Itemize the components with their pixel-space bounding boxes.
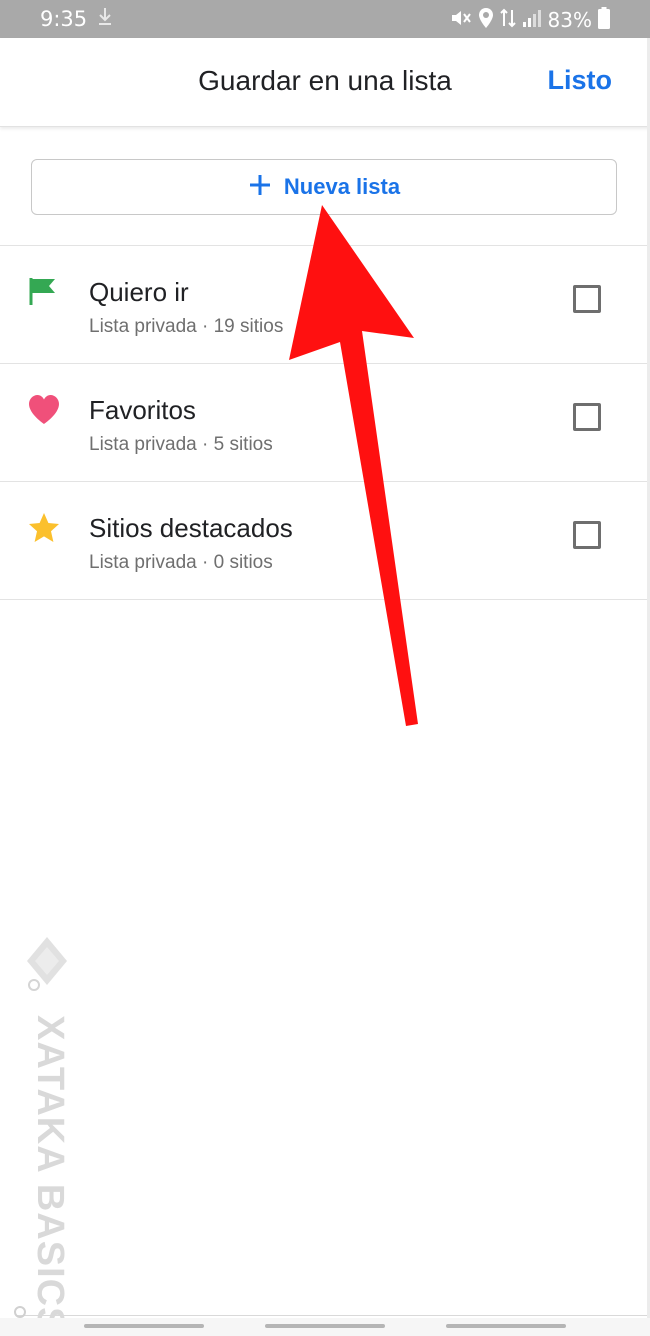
home-button[interactable]: [265, 1324, 385, 1328]
list-item-title: Favoritos: [89, 395, 196, 425]
checkbox[interactable]: [573, 521, 601, 549]
battery-text: 83%: [547, 8, 592, 32]
list-item-favoritos[interactable]: Favoritos Lista privada · 5 sitios: [0, 363, 650, 481]
watermark-logo: [24, 935, 70, 1000]
flag-icon: [27, 275, 61, 309]
list-item-subtitle: Lista privada · 19 sitios: [89, 316, 284, 337]
divider: [0, 599, 650, 600]
list-item-quiero-ir[interactable]: Quiero ir Lista privada · 19 sitios: [0, 245, 650, 363]
watermark-dot: [14, 1306, 26, 1318]
status-time: 9:35: [40, 7, 88, 31]
new-list-button[interactable]: Nueva lista: [31, 159, 617, 215]
list-item-subtitle: Lista privada · 5 sitios: [89, 434, 273, 455]
back-button[interactable]: [446, 1324, 566, 1328]
list-item-title: Sitios destacados: [89, 513, 293, 543]
location-icon: [478, 7, 494, 33]
list-item-title: Quiero ir: [89, 277, 189, 307]
battery-icon: [598, 7, 610, 33]
recent-apps-button[interactable]: [84, 1324, 204, 1328]
list-item-subtitle: Lista privada · 0 sitios: [89, 552, 273, 573]
done-button[interactable]: Listo: [548, 65, 613, 96]
star-icon: [27, 511, 61, 545]
status-bar: 9:35 83%: [0, 0, 650, 38]
app-header: Guardar en una lista Listo: [0, 38, 650, 127]
checkbox[interactable]: [573, 403, 601, 431]
plus-icon: [248, 173, 272, 202]
list-item-sitios-destacados[interactable]: Sitios destacados Lista privada · 0 siti…: [0, 481, 650, 599]
data-icon: [499, 8, 516, 32]
watermark-text: XATAKA BASICS: [29, 1015, 71, 1334]
new-list-label: Nueva lista: [283, 174, 401, 199]
checkbox[interactable]: [573, 285, 601, 313]
signal-icon: [522, 8, 542, 32]
mute-icon: [450, 8, 472, 32]
heart-icon: [27, 393, 61, 427]
download-icon: [98, 7, 112, 31]
navigation-bar: [0, 1318, 650, 1336]
watermark-divider: [16, 1315, 650, 1316]
